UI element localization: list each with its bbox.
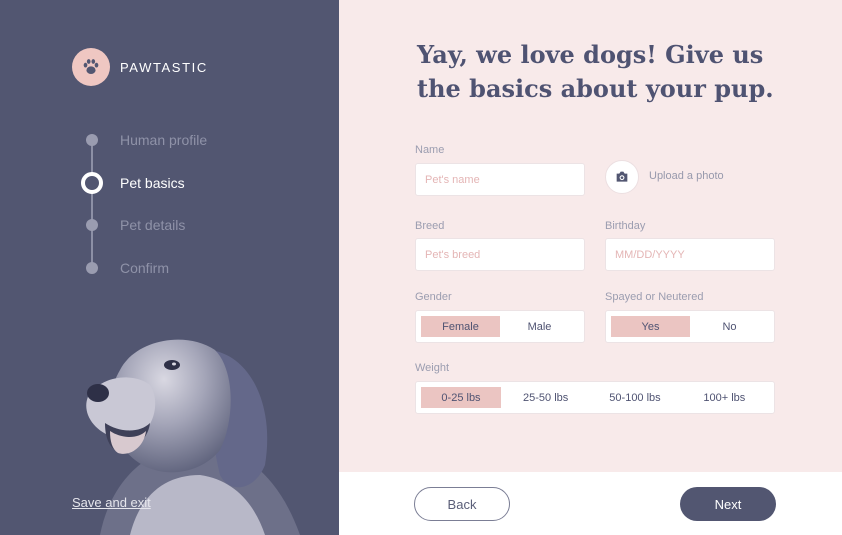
step-label: Pet details [120,217,186,233]
title-line-1: Yay, we love dogs! Give us [417,40,764,69]
next-button[interactable]: Next [680,487,776,521]
steps-connector [91,140,93,268]
step-dot-active [80,171,104,195]
breed-label: Breed [415,220,445,232]
weight-option-0-25[interactable]: 0-25 lbs [421,387,501,408]
step-dot [80,256,104,280]
sidebar: PAWTASTIC Human profile Pet basics Pet d… [0,0,339,535]
title-line-2: the basics about your pup. [417,74,774,103]
spayed-option-yes[interactable]: Yes [611,316,690,337]
step-confirm[interactable]: Confirm [80,256,169,280]
gender-label: Gender [415,291,452,303]
step-dot [80,128,104,152]
upload-photo-link[interactable]: Upload a photo [649,170,724,182]
gender-toggle: Female Male [415,310,585,343]
spayed-option-no[interactable]: No [690,316,769,337]
weight-option-25-50[interactable]: 25-50 lbs [501,387,590,408]
page-title: Yay, we love dogs! Give us the basics ab… [417,38,817,106]
form-footer: Back Next [339,472,842,535]
name-input[interactable] [415,163,585,196]
birthday-label: Birthday [605,220,646,232]
weight-label: Weight [415,362,450,374]
name-label: Name [415,144,445,156]
progress-steps: Human profile Pet basics Pet details Con… [0,0,339,300]
step-human-profile[interactable]: Human profile [80,128,207,152]
breed-input[interactable] [415,238,585,271]
spayed-label: Spayed or Neutered [605,291,704,303]
step-label: Confirm [120,260,170,276]
back-button[interactable]: Back [414,487,510,521]
form-panel: Yay, we love dogs! Give us the basics ab… [339,0,842,472]
gender-option-female[interactable]: Female [421,316,500,337]
weight-option-100-plus[interactable]: 100+ lbs [680,387,769,408]
birthday-input[interactable] [605,238,775,271]
step-pet-details[interactable]: Pet details [80,213,185,237]
step-label: Pet basics [120,175,185,191]
weight-toggle: 0-25 lbs 25-50 lbs 50-100 lbs 100+ lbs [415,381,775,414]
step-dot [80,213,104,237]
save-and-exit-link[interactable]: Save and exit [72,495,151,510]
step-pet-basics[interactable]: Pet basics [80,171,185,195]
spayed-toggle: Yes No [605,310,775,343]
camera-icon[interactable] [605,160,639,194]
step-label: Human profile [120,132,208,148]
gender-option-male[interactable]: Male [500,316,579,337]
weight-option-50-100[interactable]: 50-100 lbs [590,387,679,408]
